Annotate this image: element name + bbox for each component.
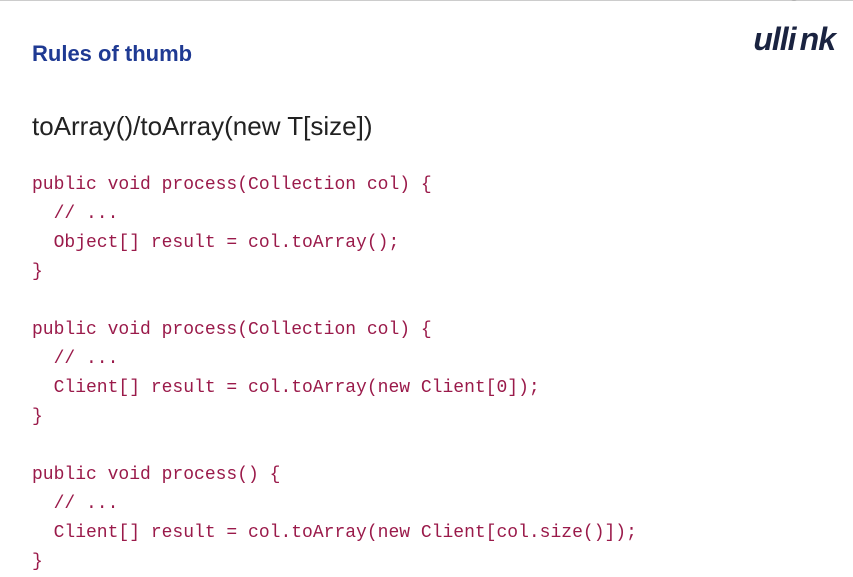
code-block: public void process(Collection col) { //… [32, 171, 637, 577]
section-subtitle: toArray()/toArray(new T[size]) [32, 111, 372, 142]
logo-text-part1: ull [753, 21, 787, 57]
slide-title: Rules of thumb [32, 41, 192, 67]
logo-text-part2: nk [800, 21, 835, 57]
brand-logo: ullink [753, 21, 835, 58]
logo-dot-icon: i [788, 21, 800, 58]
